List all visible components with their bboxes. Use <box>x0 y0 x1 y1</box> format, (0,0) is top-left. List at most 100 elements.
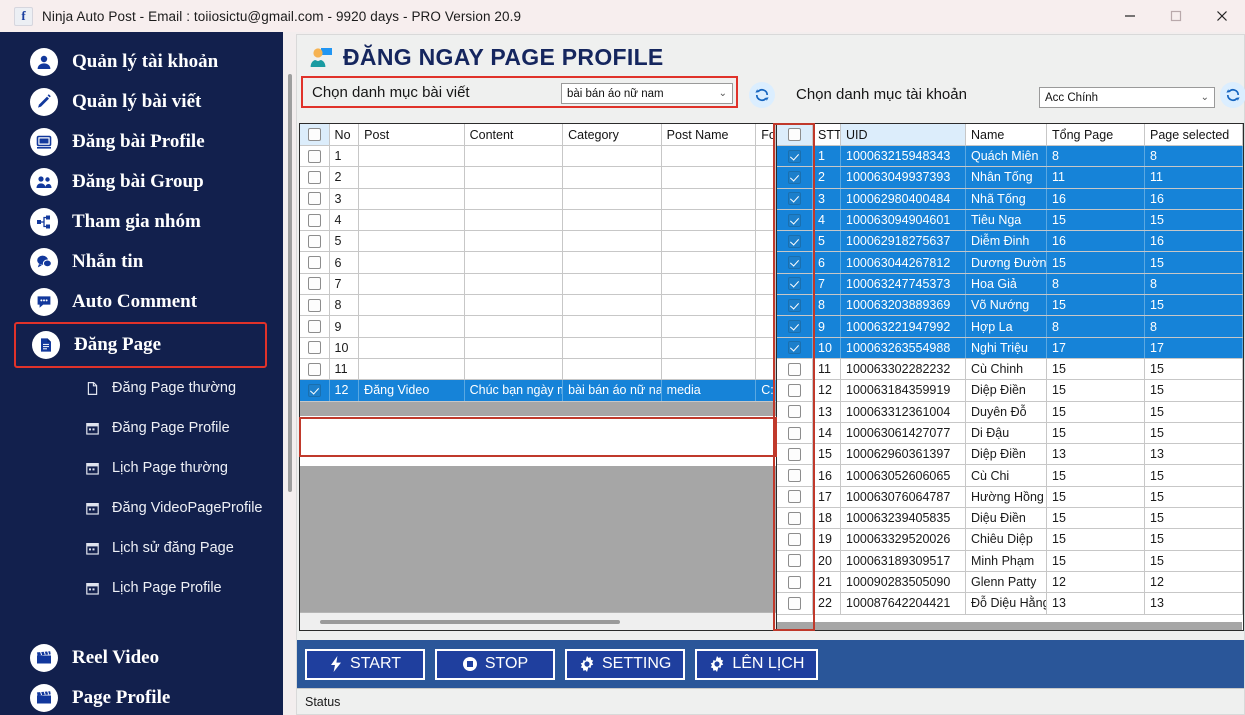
sidebar-item-quan-ly-bai-viet[interactable]: Quản lý bài viết <box>0 82 283 122</box>
post-category-select[interactable]: bài bán áo nữ nam ⌄ <box>561 83 733 104</box>
checkbox[interactable] <box>788 575 801 589</box>
checkbox[interactable] <box>788 341 801 355</box>
post-grid-select-all[interactable] <box>300 124 330 145</box>
checkbox[interactable] <box>307 234 321 248</box>
row-checkbox-cell[interactable] <box>300 231 330 252</box>
refresh-posts-button[interactable] <box>749 82 775 108</box>
row-checkbox-cell[interactable] <box>777 209 813 231</box>
row-checkbox-cell[interactable] <box>777 167 813 188</box>
checkbox[interactable] <box>307 192 321 206</box>
row-checkbox-cell[interactable] <box>777 529 813 550</box>
sidebar-subitem-dang-page-thuong[interactable]: Đăng Page thường <box>0 368 283 408</box>
table-row[interactable]: 8 <box>300 295 776 317</box>
row-checkbox-cell[interactable] <box>300 337 330 358</box>
table-row[interactable]: 18 100063239405835 Diệu Điền 15 15 <box>777 508 1243 530</box>
sidebar-item-nhan-tin[interactable]: Nhắn tin <box>0 242 283 282</box>
table-row[interactable]: 21 100090283505090 Glenn Patty 12 12 <box>777 571 1243 594</box>
sidebar-item-dang-bai-group[interactable]: Đăng bài Group <box>0 162 283 202</box>
checkbox[interactable] <box>788 596 801 610</box>
row-checkbox-cell[interactable] <box>777 252 813 273</box>
table-row[interactable]: 12 100063184359919 Diệp Điền 15 15 <box>777 380 1243 402</box>
table-row[interactable]: 17 100063076064787 Hường Hồng 15 15 <box>777 486 1243 509</box>
row-checkbox-cell[interactable] <box>777 188 813 209</box>
checkbox[interactable] <box>307 213 321 227</box>
table-row[interactable]: 11 <box>300 358 776 381</box>
sidebar-item-reel-video[interactable]: Reel Video <box>0 638 283 678</box>
checkbox[interactable] <box>307 170 321 184</box>
table-row[interactable]: 5 <box>300 231 776 253</box>
checkbox[interactable] <box>788 405 801 419</box>
minimize-button[interactable] <box>1107 0 1153 32</box>
sidebar-subitem-dang-videopageprofile[interactable]: Đăng VideoPageProfile <box>0 488 283 528</box>
row-checkbox-cell[interactable] <box>300 188 330 209</box>
checkbox[interactable] <box>307 341 321 355</box>
checkbox[interactable] <box>307 320 321 334</box>
checkbox[interactable] <box>307 128 321 141</box>
table-row[interactable]: 15 100062960361397 Diệp Điền 13 13 <box>777 444 1243 466</box>
row-checkbox-cell[interactable] <box>777 465 813 486</box>
start-button[interactable]: START <box>305 648 425 680</box>
table-row[interactable]: 16 100063052606065 Cù Chi 15 15 <box>777 465 1243 487</box>
post-grid-hscrollbar[interactable] <box>300 612 776 630</box>
maximize-button[interactable] <box>1153 0 1199 32</box>
checkbox[interactable] <box>307 383 321 397</box>
table-row[interactable]: 4 100063094904601 Tiêu Nga 15 15 <box>777 209 1243 232</box>
account-grid-select-all[interactable] <box>777 124 813 145</box>
table-row[interactable]: 13 100063312361004 Duyên Đỗ 15 15 <box>777 401 1243 423</box>
row-checkbox-cell[interactable] <box>300 358 330 380</box>
table-row[interactable]: 7 <box>300 273 776 296</box>
checkbox[interactable] <box>788 149 801 163</box>
row-checkbox-cell[interactable] <box>777 146 813 167</box>
checkbox[interactable] <box>788 447 801 461</box>
checkbox[interactable] <box>788 469 801 483</box>
checkbox[interactable] <box>788 490 801 504</box>
checkbox[interactable] <box>788 234 801 248</box>
checkbox[interactable] <box>788 298 801 312</box>
row-checkbox-cell[interactable] <box>777 401 813 422</box>
row-checkbox-cell[interactable] <box>777 422 813 444</box>
checkbox[interactable] <box>788 554 801 568</box>
sidebar-item-quan-ly-tai-khoan[interactable]: Quản lý tài khoản <box>0 42 283 82</box>
checkbox[interactable] <box>788 213 801 227</box>
row-checkbox-cell[interactable] <box>300 380 330 401</box>
checkbox[interactable] <box>307 277 321 291</box>
table-row[interactable]: 14 100063061427077 Di Đậu 15 15 <box>777 422 1243 445</box>
row-checkbox-cell[interactable] <box>300 273 330 295</box>
table-row[interactable]: 4 <box>300 209 776 232</box>
table-row[interactable]: 12Đăng VideoChúc bạn ngày m...bài bán áo… <box>300 380 776 402</box>
checkbox[interactable] <box>788 511 801 525</box>
checkbox[interactable] <box>307 362 321 376</box>
sidebar-subitem-lich-page-profile[interactable]: Lịch Page Profile <box>0 568 283 608</box>
sidebar-item-tham-gia-nhom[interactable]: Tham gia nhóm <box>0 202 283 242</box>
table-row[interactable]: 2 100063049937393 Nhân Tống 11 11 <box>777 167 1243 189</box>
table-row[interactable]: 11 100063302282232 Cù Chinh 15 15 <box>777 358 1243 381</box>
table-row[interactable]: 9 100063221947992 Hợp La 8 8 <box>777 316 1243 338</box>
sidebar-scrollbar[interactable] <box>288 74 292 492</box>
scrollbar-thumb[interactable] <box>320 619 620 624</box>
row-checkbox-cell[interactable] <box>777 295 813 316</box>
post-grid[interactable]: No Post Content Category Post Name Fo 12… <box>299 123 777 631</box>
sidebar-subitem-dang-page-profile[interactable]: Đăng Page Profile <box>0 408 283 448</box>
checkbox[interactable] <box>788 128 801 141</box>
row-checkbox-cell[interactable] <box>777 273 813 295</box>
row-checkbox-cell[interactable] <box>777 380 813 401</box>
row-checkbox-cell[interactable] <box>777 316 813 337</box>
table-row[interactable]: 5 100062918275637 Diễm Đinh 16 16 <box>777 231 1243 253</box>
checkbox[interactable] <box>788 426 801 440</box>
checkbox[interactable] <box>788 320 801 334</box>
checkbox[interactable] <box>788 532 801 546</box>
checkbox[interactable] <box>788 277 801 291</box>
row-checkbox-cell[interactable] <box>300 209 330 231</box>
checkbox[interactable] <box>788 383 801 397</box>
checkbox[interactable] <box>307 256 321 270</box>
sidebar-item-dang-page[interactable]: Đăng Page <box>14 322 267 368</box>
row-checkbox-cell[interactable] <box>777 444 813 465</box>
row-checkbox-cell[interactable] <box>777 571 813 593</box>
table-row[interactable]: 3 <box>300 188 776 210</box>
row-checkbox-cell[interactable] <box>777 593 813 614</box>
row-checkbox-cell[interactable] <box>777 550 813 571</box>
table-row[interactable]: 22 100087642204421 Đỗ Diệu Hằng 13 13 <box>777 593 1243 615</box>
sidebar-subitem-lich-page-thuong[interactable]: Lịch Page thường <box>0 448 283 488</box>
table-row[interactable]: 8 100063203889369 Võ Nướng 15 15 <box>777 295 1243 317</box>
row-checkbox-cell[interactable] <box>777 486 813 508</box>
